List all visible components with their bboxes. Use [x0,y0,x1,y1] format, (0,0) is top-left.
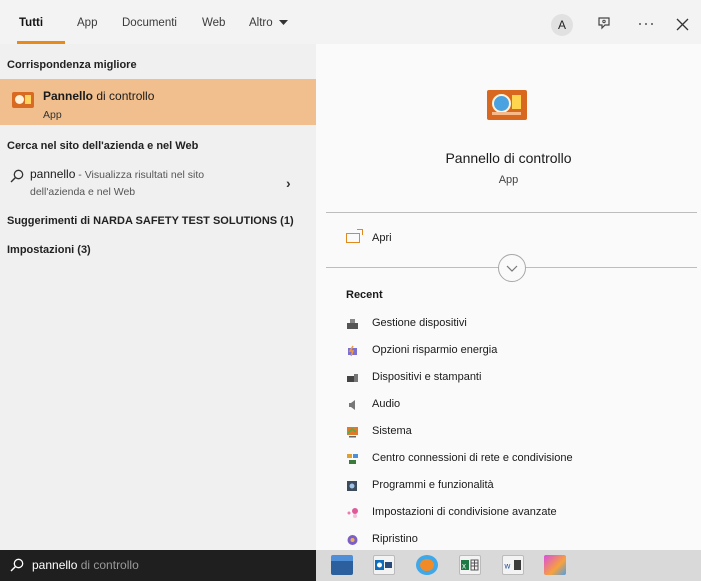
best-match-title: Pannello di controllo [43,89,155,103]
recent-item-programmi[interactable]: Programmi e funzionalità [346,478,686,496]
search-icon [10,169,24,183]
file-explorer-icon[interactable] [331,555,353,575]
tab-app[interactable]: App [77,17,97,29]
recent-item-risparmio-energia[interactable]: Opzioni risparmio energia [346,343,686,361]
recent-item-centro-connessioni[interactable]: Centro connessioni di rete e condivision… [346,451,686,469]
recent-item-condivisione-avanzate[interactable]: Impostazioni di condivisione avanzate [346,505,686,523]
preview-panel: Pannello di controllo App Apri Recent Ge… [316,44,701,550]
recent-item-label: Dispositivi e stampanti [372,371,482,383]
tab-documenti[interactable]: Documenti [122,17,177,29]
close-icon[interactable] [670,12,694,36]
recent-item-ripristino[interactable]: Ripristino [346,532,686,550]
web-result-title: pannello - Visualizza risultati nel sito [30,167,205,181]
tab-altro[interactable]: Altro [249,17,288,29]
recent-item-dispositivi-stampanti[interactable]: Dispositivi e stampanti [346,370,686,388]
recent-header: Recent [346,289,383,301]
tab-altro-label: Altro [249,17,273,29]
best-match-header: Corrispondenza migliore [7,59,137,71]
control-panel-icon [12,92,34,108]
recent-item-gestione-dispositivi[interactable]: Gestione dispositivi [346,316,686,334]
settings-header[interactable]: Impostazioni (3) [7,244,91,256]
edge-icon[interactable] [416,555,438,575]
taskbar-search-box[interactable]: pannello di controllo [0,550,316,581]
recovery-icon [347,535,358,545]
recent-item-sistema[interactable]: Sistema [346,424,686,442]
expand-button[interactable] [498,254,526,282]
recent-item-label: Programmi e funzionalità [372,479,494,491]
best-match-type: App [43,109,62,121]
programs-icon [347,481,357,491]
recent-item-label: Audio [372,398,401,410]
open-label: Apri [372,232,392,244]
account-initial: A [557,18,566,32]
recent-item-label: Sistema [372,425,412,437]
app-icon[interactable] [544,555,566,575]
search-input[interactable]: pannello di controllo [32,558,139,572]
preview-app-name: Pannello di controllo [445,150,572,166]
recent-item-label: Gestione dispositivi [372,317,467,329]
chevron-down-icon [278,19,288,25]
tab-tutti[interactable]: Tutti [19,17,43,29]
excel-icon[interactable]: x [459,555,481,575]
results-panel: Corrispondenza migliore Pannello di cont… [0,44,316,550]
devices-printers-icon [347,374,358,382]
account-avatar[interactable]: A [551,14,573,36]
best-match-result[interactable]: Pannello di controllo App [0,79,316,125]
feedback-icon[interactable] [592,12,616,36]
recent-item-label: Impostazioni di condivisione avanzate [372,506,557,518]
recent-item-label: Ripristino [372,533,418,545]
chevron-right-icon[interactable]: › [286,175,291,191]
divider [326,212,697,213]
web-search-result[interactable]: pannello - Visualizza risultati nel sito… [0,164,316,206]
web-result-subtitle: dell'azienda e nel Web [30,186,136,198]
open-icon [346,229,363,243]
recent-item-label: Centro connessioni di rete e condivision… [372,452,573,464]
tab-web[interactable]: Web [202,17,225,29]
web-search-header: Cerca nel sito dell'azienda e nel Web [7,140,199,152]
suggestions-header[interactable]: Suggerimenti di NARDA SAFETY TEST SOLUTI… [7,215,294,227]
network-center-icon [347,454,358,464]
filter-tab-bar: Tutti App Documenti Web Altro A [0,0,701,44]
system-icon [347,427,358,438]
preview-app-type: App [498,174,519,186]
recent-item-label: Opzioni risparmio energia [372,344,498,356]
control-panel-large-icon-bar [492,112,521,115]
device-manager-icon [347,319,358,329]
control-panel-large-icon [487,90,527,120]
more-icon[interactable] [634,12,658,36]
svg-text:x: x [462,562,466,571]
power-options-icon [348,345,357,357]
audio-icon [349,400,355,410]
taskbar: x w [316,550,701,581]
recent-item-audio[interactable]: Audio [346,397,686,415]
svg-text:w: w [504,562,511,571]
outlook-icon[interactable] [373,555,395,575]
chevron-down-icon [506,265,518,272]
sharing-settings-icon [347,508,358,518]
search-icon [10,558,24,572]
word-icon[interactable]: w [502,555,524,575]
